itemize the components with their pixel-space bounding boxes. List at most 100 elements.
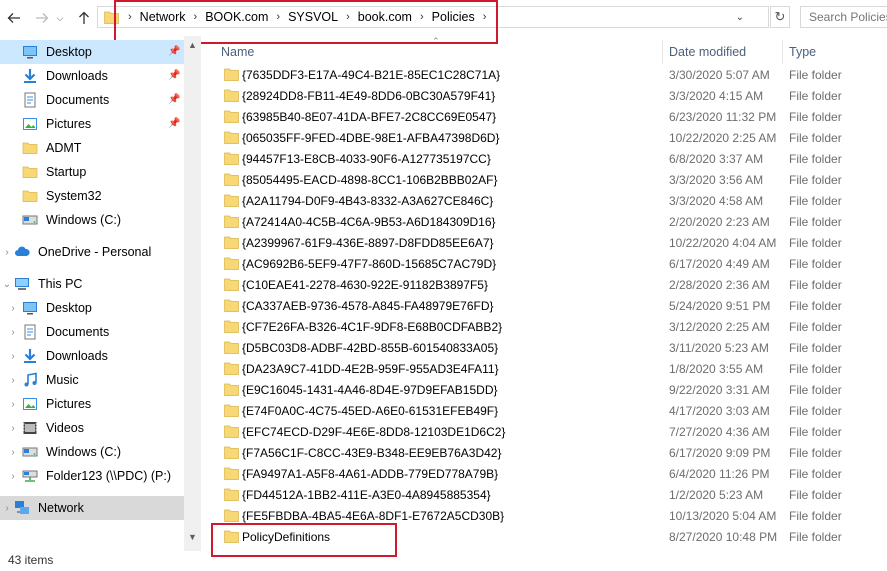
chevron-right-icon[interactable]: › bbox=[2, 247, 12, 258]
chevron-right-icon[interactable]: › bbox=[8, 399, 18, 410]
refresh-icon[interactable]: ↻ bbox=[770, 6, 790, 28]
sidebar-item-this-pc[interactable]: ⌄ This PC bbox=[0, 272, 184, 296]
sidebar-item-videos[interactable]: › Videos bbox=[0, 416, 184, 440]
file-row[interactable]: {CF7E26FA-B326-4C1F-9DF8-E68B0CDFABB2} 3/… bbox=[210, 317, 887, 338]
sidebar-item-desktop[interactable]: Desktop 📌 bbox=[0, 40, 184, 64]
folder-icon bbox=[224, 404, 239, 417]
network-drive-icon bbox=[22, 468, 38, 484]
file-row[interactable]: {C10EAE41-2278-4630-922E-91182B3897F5} 2/… bbox=[210, 275, 887, 296]
column-divider[interactable] bbox=[782, 40, 783, 64]
scroll-up-icon[interactable]: ▲ bbox=[184, 40, 201, 50]
sidebar-item-folder123-pdc-p[interactable]: › Folder123 (\\PDC) (P:) bbox=[0, 464, 184, 488]
sidebar-item-windows-c[interactable]: › Windows (C:) bbox=[0, 440, 184, 464]
file-row[interactable]: {85054495-EACD-4898-8CC1-106B2BBB02AF} 3/… bbox=[210, 170, 887, 191]
sidebar-item-onedrive-personal[interactable]: › OneDrive - Personal bbox=[0, 240, 184, 264]
folder-icon bbox=[224, 215, 239, 228]
chevron-down-icon[interactable]: ⌄ bbox=[2, 279, 12, 290]
file-name: {28924DD8-FB11-4E49-8DD6-0BC30A579F41} bbox=[242, 89, 496, 103]
file-row[interactable]: {7635DDF3-E17A-49C4-B21E-85EC1C28C71A} 3/… bbox=[210, 65, 887, 86]
chevron-right-icon[interactable]: › bbox=[8, 303, 18, 314]
column-header-name[interactable]: Name bbox=[221, 45, 254, 59]
chevron-right-icon[interactable]: › bbox=[8, 327, 18, 338]
file-row[interactable]: {A72414A0-4C5B-4C6A-9B53-A6D184309D16} 2/… bbox=[210, 212, 887, 233]
search-box[interactable] bbox=[800, 6, 887, 28]
column-divider[interactable] bbox=[662, 40, 663, 64]
address-history-icon[interactable]: ⌄ bbox=[736, 7, 744, 27]
file-row[interactable]: {E9C16045-1431-4A46-8D4E-97D9EFAB15DD} 9/… bbox=[210, 380, 887, 401]
chevron-right-icon[interactable]: › bbox=[8, 375, 18, 386]
chevron-right-icon[interactable]: › bbox=[2, 503, 12, 514]
file-type: File folder bbox=[789, 257, 842, 271]
scroll-down-icon[interactable]: ▼ bbox=[184, 532, 201, 542]
sidebar-scrollbar[interactable]: ▲ ▼ bbox=[184, 36, 201, 551]
chevron-down-icon[interactable]: ⌵ bbox=[53, 8, 67, 28]
sort-caret-icon: ⌃ bbox=[432, 36, 440, 46]
file-date: 6/23/2020 11:32 PM bbox=[669, 110, 777, 124]
file-name: {CF7E26FA-B326-4C1F-9DF8-E68B0CDFABB2} bbox=[242, 320, 503, 334]
file-type: File folder bbox=[789, 173, 842, 187]
column-header-type[interactable]: Type bbox=[789, 45, 816, 59]
sidebar-item-windows-c[interactable]: Windows (C:) bbox=[0, 208, 184, 232]
folder-icon bbox=[22, 188, 38, 204]
sidebar-item-downloads[interactable]: Downloads 📌 bbox=[0, 64, 184, 88]
file-row[interactable]: {FD44512A-1BB2-411E-A3E0-4A8945885354} 1/… bbox=[210, 485, 887, 506]
file-row[interactable]: {CA337AEB-9736-4578-A845-FA48979E76FD} 5/… bbox=[210, 296, 887, 317]
back-arrow-icon[interactable] bbox=[4, 8, 24, 28]
file-row[interactable]: {D5BC03D8-ADBF-42BD-855B-601540833A05} 3/… bbox=[210, 338, 887, 359]
sidebar-item-pictures[interactable]: › Pictures bbox=[0, 392, 184, 416]
folder-icon bbox=[224, 236, 239, 249]
sidebar-item-label: Network bbox=[38, 501, 84, 515]
file-row[interactable]: {DA23A9C7-41DD-4E2B-959F-955AD3E4FA11} 1/… bbox=[210, 359, 887, 380]
folder-icon bbox=[224, 68, 239, 81]
sidebar-item-documents[interactable]: Documents 📌 bbox=[0, 88, 184, 112]
chevron-right-icon[interactable]: › bbox=[8, 423, 18, 434]
file-row[interactable]: {EFC74ECD-D29F-4E6E-8DD8-12103DE1D6C2} 7/… bbox=[210, 422, 887, 443]
sidebar-item-pictures[interactable]: Pictures 📌 bbox=[0, 112, 184, 136]
file-row[interactable]: {E74F0A0C-4C75-45ED-A6E0-61531EFEB49F} 4/… bbox=[210, 401, 887, 422]
file-date: 10/22/2020 2:25 AM bbox=[669, 131, 777, 145]
file-row[interactable]: {A2A11794-D0F9-4B43-8332-A3A627CE846C} 3/… bbox=[210, 191, 887, 212]
file-date: 3/3/2020 4:15 AM bbox=[669, 89, 764, 103]
file-name: {A2A11794-D0F9-4B43-8332-A3A627CE846C} bbox=[242, 194, 494, 208]
sidebar-item-downloads[interactable]: › Downloads bbox=[0, 344, 184, 368]
file-name: {E74F0A0C-4C75-45ED-A6E0-61531EFEB49F} bbox=[242, 404, 499, 418]
folder-icon bbox=[224, 320, 239, 333]
chevron-right-icon[interactable]: › bbox=[8, 471, 18, 482]
sidebar-item-startup[interactable]: Startup bbox=[0, 160, 184, 184]
forward-arrow-icon[interactable] bbox=[32, 8, 52, 28]
chevron-right-icon[interactable]: › bbox=[8, 351, 18, 362]
file-name: {E9C16045-1431-4A46-8D4E-97D9EFAB15DD} bbox=[242, 383, 498, 397]
sidebar-item-system32[interactable]: System32 bbox=[0, 184, 184, 208]
file-date: 2/28/2020 2:36 AM bbox=[669, 278, 770, 292]
file-name: {FD44512A-1BB2-411E-A3E0-4A8945885354} bbox=[242, 488, 491, 502]
file-row[interactable]: {FA9497A1-A5F8-4A61-ADDB-779ED778A79B} 6/… bbox=[210, 464, 887, 485]
sidebar-item-label: Documents bbox=[46, 93, 110, 107]
file-row[interactable]: {28924DD8-FB11-4E49-8DD6-0BC30A579F41} 3/… bbox=[210, 86, 887, 107]
file-type: File folder bbox=[789, 194, 842, 208]
network-icon bbox=[14, 500, 30, 516]
file-name: {065035FF-9FED-4DBE-98E1-AFBA47398D6D} bbox=[242, 131, 500, 145]
file-name: {A2399967-61F9-436E-8897-D8FDD85EE6A7} bbox=[242, 236, 494, 250]
file-name: {A72414A0-4C5B-4C6A-9B53-A6D184309D16} bbox=[242, 215, 496, 229]
sidebar-item-documents[interactable]: › Documents bbox=[0, 320, 184, 344]
chevron-right-icon[interactable]: › bbox=[8, 447, 18, 458]
pin-icon: 📌 bbox=[168, 70, 181, 81]
file-row[interactable]: {63985B40-8E07-41DA-BFE7-2C8CC69E0547} 6/… bbox=[210, 107, 887, 128]
file-type: File folder bbox=[789, 68, 842, 82]
search-input[interactable] bbox=[801, 7, 887, 27]
column-header-date[interactable]: Date modified bbox=[669, 45, 746, 59]
status-item-count: 43 items bbox=[8, 553, 54, 567]
file-row[interactable]: {AC9692B6-5EF9-47F7-860D-15685C7AC79D} 6/… bbox=[210, 254, 887, 275]
sidebar-item-admt[interactable]: ADMT bbox=[0, 136, 184, 160]
sidebar-item-music[interactable]: › Music bbox=[0, 368, 184, 392]
file-row[interactable]: {F7A56C1F-C8CC-43E9-B348-EE9EB76A3D42} 6/… bbox=[210, 443, 887, 464]
file-row[interactable]: {A2399967-61F9-436E-8897-D8FDD85EE6A7} 10… bbox=[210, 233, 887, 254]
file-row[interactable]: {94457F13-E8CB-4033-90F6-A127735197CC} 6/… bbox=[210, 149, 887, 170]
up-arrow-icon[interactable] bbox=[74, 8, 94, 28]
sidebar-item-desktop[interactable]: › Desktop bbox=[0, 296, 184, 320]
folder-icon bbox=[224, 446, 239, 459]
sidebar-item-network[interactable]: › Network bbox=[0, 496, 184, 520]
file-row[interactable]: {065035FF-9FED-4DBE-98E1-AFBA47398D6D} 10… bbox=[210, 128, 887, 149]
sidebar-item-label: Pictures bbox=[46, 397, 92, 411]
file-name: {EFC74ECD-D29F-4E6E-8DD8-12103DE1D6C2} bbox=[242, 425, 506, 439]
